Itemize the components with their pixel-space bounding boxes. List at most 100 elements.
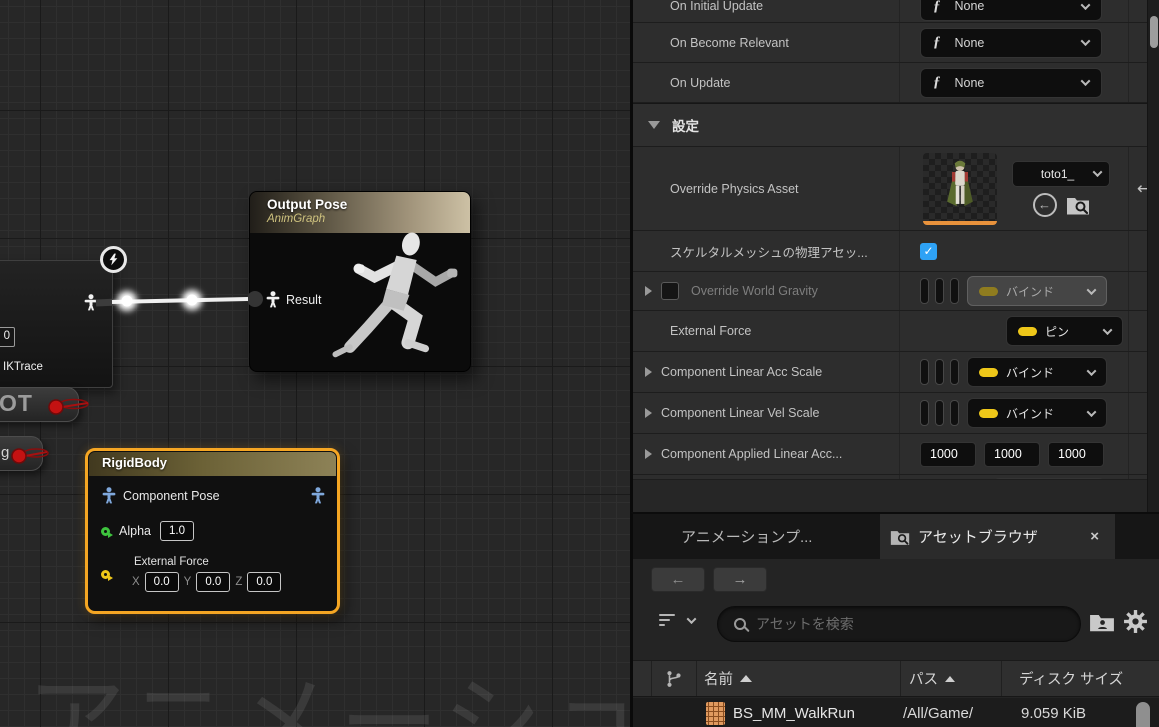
external-force-label: External Force xyxy=(134,556,209,568)
expander-arrow-icon[interactable] xyxy=(645,449,652,459)
bind-pill-icon xyxy=(979,367,998,377)
vector-fields-collapsed[interactable] xyxy=(920,278,959,304)
animation-blueprint-editor: アニメーション 0 IKTrace Output Pose AnimGraph … xyxy=(0,0,1159,727)
node-output-pose[interactable]: Output Pose AnimGraph Result xyxy=(249,191,471,372)
details-row-on-become-relevant: On Become Relevant ƒ None xyxy=(633,23,1159,63)
asset-row[interactable]: BS_MM_WalkRun /All/Game/ 9.059 KiB xyxy=(633,698,1159,727)
function-picker-button[interactable]: ƒ None xyxy=(920,67,1102,98)
vector-fields-collapsed[interactable] xyxy=(920,359,959,385)
category-settings[interactable]: 設定 xyxy=(633,103,1159,147)
forward-button[interactable]: → xyxy=(713,567,767,592)
asset-table-header: 名前 パス ディスク サイズ xyxy=(633,660,1159,697)
asset-table: 名前 パス ディスク サイズ BS_MM_WalkRun /All/Game/ … xyxy=(633,660,1159,727)
details-row-on-update: On Update ƒ None xyxy=(633,63,1159,103)
pose-output-pin[interactable] xyxy=(84,294,98,311)
browse-to-asset-icon[interactable] xyxy=(1066,193,1090,217)
pin-dropdown[interactable]: ピン xyxy=(1006,316,1123,346)
node-stub-ot[interactable]: OT xyxy=(0,387,79,422)
column-name[interactable]: 名前 xyxy=(696,661,900,696)
expander-arrow-icon[interactable] xyxy=(645,367,652,377)
column-source-control[interactable] xyxy=(651,661,696,696)
details-row-external-force: External Force ピン xyxy=(633,311,1159,352)
tab-asset-browser[interactable]: アセットブラウザ × xyxy=(880,514,1115,559)
asset-search-box[interactable] xyxy=(717,606,1081,642)
vector-fields-collapsed[interactable] xyxy=(920,400,959,426)
search-icon xyxy=(734,618,746,630)
row-label: External Force xyxy=(670,324,752,338)
details-row-component-applied-linear-acc: Component Applied Linear Acc... 1000 100… xyxy=(633,434,1159,475)
component-pose-label: Component Pose xyxy=(123,488,220,503)
checkbox-checked[interactable]: ✓ xyxy=(920,242,937,260)
details-row-component-linear-vel-scale: Component Linear Vel Scale バインド xyxy=(633,393,1159,434)
scrollbar-thumb[interactable] xyxy=(1150,16,1158,48)
physics-asset-dropdown[interactable]: toto1_ xyxy=(1012,160,1110,187)
row-label: On Initial Update xyxy=(670,0,764,13)
table-scrollbar-thumb[interactable] xyxy=(1136,702,1150,727)
node-stub-g[interactable]: g xyxy=(0,436,43,471)
column-path[interactable]: パス xyxy=(900,661,1001,696)
row-label: Component Linear Vel Scale xyxy=(661,406,820,420)
x-value-field[interactable]: 0.0 xyxy=(144,572,179,592)
physics-asset-thumbnail[interactable] xyxy=(923,152,997,225)
bind-dropdown[interactable]: バインド xyxy=(967,357,1107,387)
function-picker-button[interactable]: ƒ None xyxy=(920,0,1102,21)
z-value-field[interactable]: 0.0 xyxy=(247,572,282,592)
vector-z-field[interactable]: 1000 xyxy=(1048,441,1104,467)
function-icon: ƒ xyxy=(933,74,941,90)
expander-arrow-icon[interactable] xyxy=(645,286,652,296)
details-row-component-linear-acc-scale: Component Linear Acc Scale バインド xyxy=(633,352,1159,393)
graph-watermark: アニメーション xyxy=(26,668,630,727)
axis-y-label: Y xyxy=(183,576,192,588)
stub-g-label: g xyxy=(1,444,10,461)
output-pose-header[interactable]: Output Pose AnimGraph xyxy=(250,192,470,233)
filter-chevron-down-icon[interactable] xyxy=(686,614,697,625)
row-label: スケルタルメッシュの物理アセッ... xyxy=(670,245,868,260)
checkbox-unchecked[interactable] xyxy=(661,282,679,300)
vector-y-field[interactable]: 1000 xyxy=(984,441,1040,467)
result-pin-label: Result xyxy=(286,292,322,307)
alpha-pin[interactable] xyxy=(101,526,113,538)
use-selected-asset-icon[interactable]: ← xyxy=(1032,192,1057,217)
details-panel: On Initial Update ƒ None On Become Relev… xyxy=(630,0,1159,512)
details-row-on-initial-update: On Initial Update ƒ None xyxy=(633,0,1159,23)
bind-dropdown[interactable]: バインド xyxy=(967,398,1107,428)
function-icon: ƒ xyxy=(933,0,941,14)
result-pose-pin[interactable] xyxy=(266,291,280,308)
rigidbody-output-pose-pin[interactable] xyxy=(311,487,325,504)
bind-pill-icon xyxy=(979,408,998,418)
rigidbody-header[interactable]: RigidBody xyxy=(89,452,336,476)
close-tab-icon[interactable]: × xyxy=(1086,528,1103,545)
chevron-down-icon xyxy=(1102,324,1113,335)
component-pose-input-pin[interactable] xyxy=(102,487,116,504)
node-rigidbody[interactable]: RigidBody Component Pose Alpha 1.0 Exter… xyxy=(85,448,340,614)
asset-browser-panel: アニメーションプ... アセットブラウザ × ← → アセットを検索 名前 パス… xyxy=(630,512,1159,727)
sort-ascending-icon xyxy=(945,675,955,682)
alpha-value-field[interactable]: 1.0 xyxy=(159,521,194,541)
animgraph-canvas[interactable]: アニメーション 0 IKTrace Output Pose AnimGraph … xyxy=(0,0,630,727)
external-force-pin[interactable] xyxy=(101,570,113,581)
iktrace-value-field[interactable]: 0 xyxy=(0,327,15,347)
row-label: Override Physics Asset xyxy=(670,181,799,196)
expander-arrow-icon[interactable] xyxy=(645,408,652,418)
panel-tab-bar: アニメーションプ... アセットブラウザ × xyxy=(633,514,1159,559)
vector-x-field[interactable]: 1000 xyxy=(920,441,976,467)
function-picker-button[interactable]: ƒ None xyxy=(920,27,1102,58)
running-mannequin-image xyxy=(332,232,458,358)
details-scrollbar[interactable] xyxy=(1147,0,1159,512)
column-disk-size[interactable]: ディスク サイズ xyxy=(1001,661,1159,696)
filter-icon[interactable] xyxy=(659,614,677,628)
tab-animation-preview[interactable]: アニメーションプ... xyxy=(681,514,812,559)
alpha-label: Alpha xyxy=(119,524,151,538)
partial-widget[interactable] xyxy=(993,478,1105,479)
bind-dropdown[interactable]: バインド xyxy=(967,276,1107,306)
back-button[interactable]: ← xyxy=(651,567,705,592)
y-value-field[interactable]: 0.0 xyxy=(196,572,231,592)
asset-type-color-bar xyxy=(923,220,997,225)
sort-ascending-icon xyxy=(740,675,752,682)
chevron-down-icon xyxy=(1092,167,1103,178)
node-title: Output Pose xyxy=(267,197,348,212)
chevron-down-icon xyxy=(1086,365,1097,376)
settings-gear-icon[interactable] xyxy=(1123,609,1148,634)
folder-icon[interactable] xyxy=(1089,612,1115,632)
search-input[interactable] xyxy=(756,616,1068,632)
